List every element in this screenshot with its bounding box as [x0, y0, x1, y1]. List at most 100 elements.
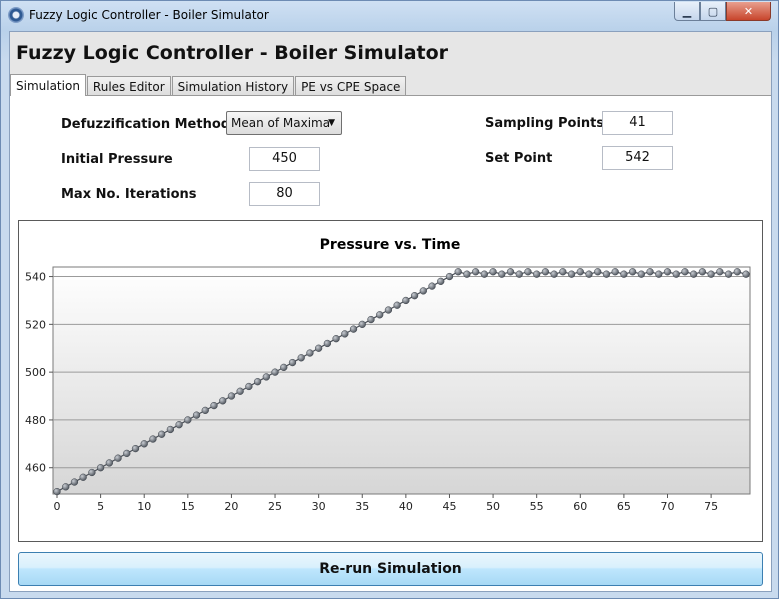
tab-simulation-history[interactable]: Simulation History	[171, 76, 295, 96]
data-point	[533, 270, 541, 278]
data-point	[663, 268, 672, 276]
data-point	[158, 430, 166, 438]
data-point	[550, 270, 558, 278]
data-point	[245, 382, 253, 391]
data-point	[358, 320, 366, 328]
x-tick-label: 70	[661, 500, 675, 513]
app-heading: Fuzzy Logic Controller - Boiler Simulato…	[16, 42, 449, 64]
x-axis-ticks: 0 5 10 15 20 25 30 35 40 45 50 55 60 65 70 75	[54, 494, 718, 513]
data-point	[271, 368, 279, 376]
data-point	[114, 454, 122, 462]
minimize-icon: ▁	[682, 4, 692, 18]
tab-strip: Simulation Rules Editor Simulation Histo…	[10, 74, 407, 96]
x-tick-label: 30	[312, 500, 326, 513]
sampling-points-input[interactable]: 41	[602, 111, 673, 135]
app-gear-icon	[8, 7, 24, 23]
data-point	[576, 268, 584, 276]
data-point	[419, 287, 427, 295]
initial-pressure-input[interactable]: 450	[249, 147, 320, 171]
data-point	[498, 270, 506, 278]
data-point	[524, 268, 532, 276]
x-tick-label: 60	[573, 500, 587, 513]
data-point	[567, 270, 576, 278]
data-point	[227, 392, 236, 400]
tab-rules-editor[interactable]: Rules Editor	[86, 76, 171, 96]
data-point	[88, 468, 96, 477]
defuzz-method-label: Defuzzification Method	[61, 117, 231, 132]
sampling-points-label: Sampling Points	[485, 116, 605, 131]
max-iterations-label: Max No. Iterations	[61, 187, 197, 202]
data-point	[62, 483, 70, 491]
data-point	[236, 387, 244, 395]
data-point	[471, 268, 480, 276]
plot-area	[52, 266, 751, 495]
data-point	[541, 268, 550, 276]
data-point	[384, 306, 393, 314]
data-point	[219, 397, 227, 405]
data-point	[742, 270, 750, 278]
data-point	[611, 268, 619, 276]
data-point	[105, 459, 113, 467]
data-point	[367, 315, 375, 324]
max-iterations-input[interactable]: 80	[249, 182, 320, 206]
data-point	[620, 270, 628, 278]
window-title: Fuzzy Logic Controller - Boiler Simulato…	[29, 8, 269, 22]
simulation-panel: Defuzzification Method Mean of Maxima ▼ …	[10, 95, 771, 591]
x-tick-label: 5	[97, 500, 104, 513]
data-point	[280, 363, 288, 372]
y-tick-label: 480	[25, 414, 46, 427]
y-tick-label: 460	[25, 462, 46, 475]
maximize-button[interactable]: ▢	[700, 2, 726, 21]
y-tick-label: 520	[25, 318, 46, 331]
data-point	[445, 272, 454, 281]
data-point	[123, 449, 131, 458]
data-point	[262, 373, 270, 381]
data-point	[393, 301, 401, 309]
data-point	[96, 464, 105, 472]
defuzz-method-select[interactable]: Mean of Maxima ▼	[226, 111, 342, 135]
data-point	[201, 406, 209, 415]
data-point	[707, 270, 715, 278]
set-point-input[interactable]: 542	[602, 146, 673, 170]
data-point	[288, 358, 297, 367]
x-tick-label: 15	[181, 500, 195, 513]
x-tick-label: 0	[54, 500, 61, 513]
data-point	[349, 325, 358, 333]
close-button[interactable]: ✕	[726, 2, 771, 21]
data-point	[480, 270, 489, 278]
x-tick-label: 10	[137, 500, 151, 513]
title-bar[interactable]: Fuzzy Logic Controller - Boiler Simulato…	[1, 1, 778, 31]
data-point	[410, 292, 419, 300]
x-tick-label: 40	[399, 500, 413, 513]
data-point	[716, 268, 724, 276]
initial-pressure-label: Initial Pressure	[61, 152, 173, 167]
data-point	[210, 401, 218, 410]
defuzz-method-value: Mean of Maxima	[231, 116, 331, 130]
data-point	[428, 282, 436, 290]
x-tick-label: 55	[530, 500, 544, 513]
y-tick-label: 540	[25, 271, 46, 284]
tab-simulation[interactable]: Simulation	[10, 74, 86, 96]
tab-pe-vs-cpe-space[interactable]: PE vs CPE Space	[295, 76, 407, 96]
data-point	[253, 378, 262, 386]
data-point	[79, 473, 87, 481]
chart-title: Pressure vs. Time	[320, 237, 461, 253]
data-point	[585, 270, 593, 278]
data-point	[454, 268, 462, 276]
data-point	[506, 268, 515, 276]
x-tick-label: 65	[617, 500, 631, 513]
data-point	[489, 268, 497, 276]
x-tick-label: 45	[442, 500, 456, 513]
data-point	[637, 270, 645, 278]
rerun-simulation-button[interactable]: Re-run Simulation	[18, 552, 763, 586]
data-point	[297, 354, 305, 362]
chevron-down-icon: ▼	[328, 118, 335, 128]
data-point	[376, 311, 384, 319]
data-point	[681, 268, 689, 276]
minimize-button[interactable]: ▁	[674, 2, 700, 21]
data-point	[140, 440, 148, 448]
pressure-chart-svg: Pressure vs. Time 460 480 500 520 540 0 5 10 15…	[25, 237, 751, 513]
data-point	[306, 349, 314, 357]
data-point	[698, 268, 707, 276]
data-point	[402, 296, 410, 305]
